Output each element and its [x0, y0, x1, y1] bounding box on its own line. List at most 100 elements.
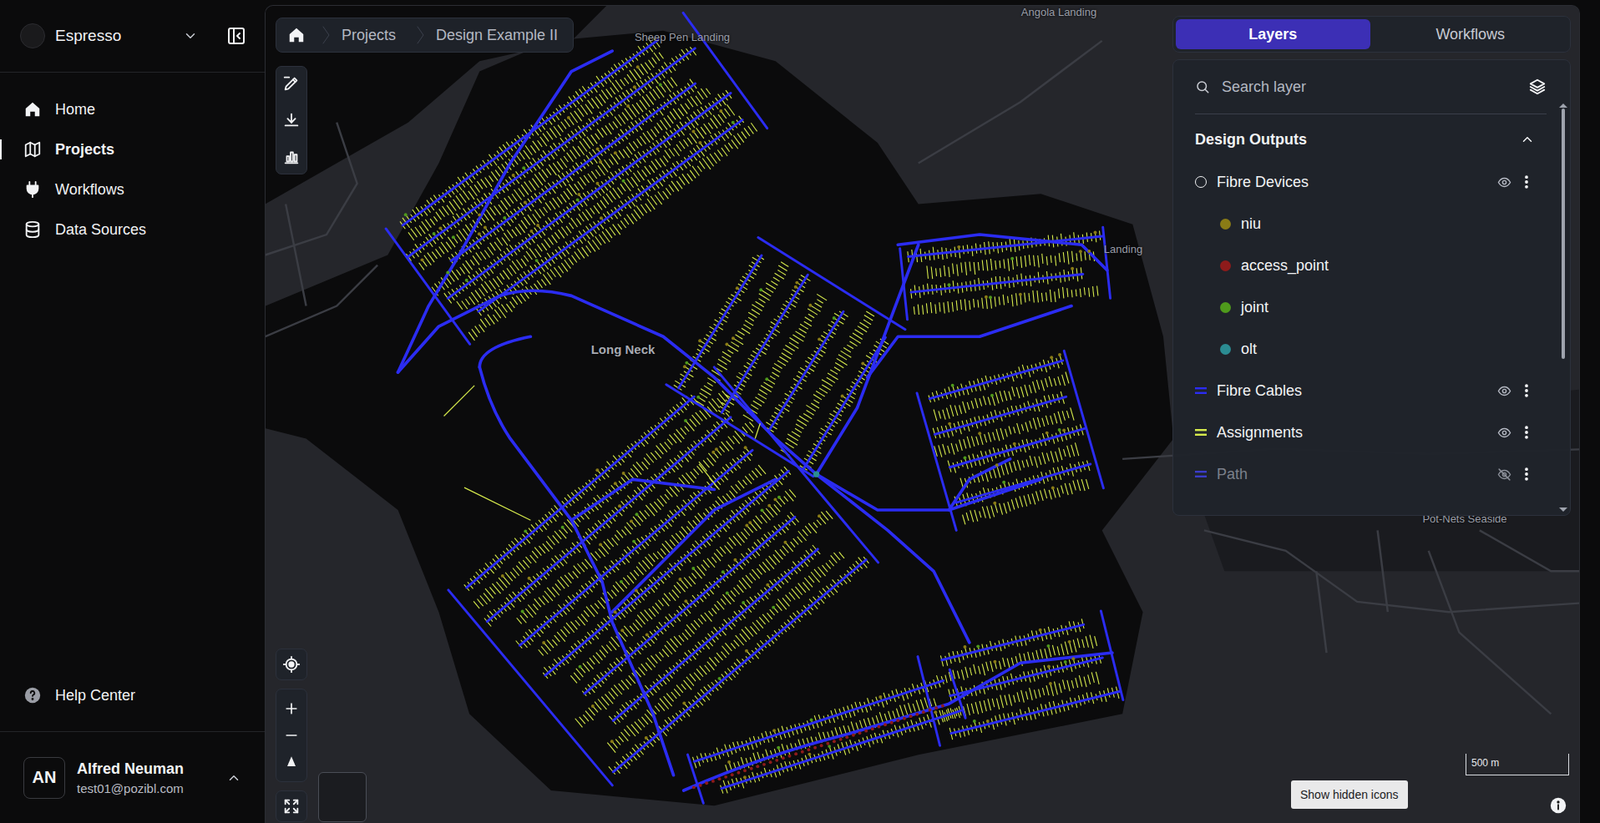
- map-place-label: Angola Landing: [1021, 5, 1097, 19]
- sidebar-item[interactable]: Data Sources: [0, 209, 265, 250]
- home-breadcrumb[interactable]: [276, 18, 317, 52]
- more-icon[interactable]: [1518, 382, 1535, 400]
- layer-search-input[interactable]: [1221, 78, 1517, 97]
- group-circle-icon: [1194, 176, 1207, 188]
- sidebar-item-label[interactable]: Data Sources: [55, 221, 147, 239]
- scroll-up-arrow[interactable]: [1559, 103, 1568, 108]
- locate-icon: [282, 655, 301, 674]
- map-toolbar: [275, 65, 308, 175]
- layer-name[interactable]: Fibre Devices: [1216, 173, 1488, 192]
- tool-button[interactable]: [278, 106, 305, 134]
- layer-group-header[interactable]: Design Outputs: [1194, 117, 1535, 162]
- info-button[interactable]: [1549, 796, 1568, 819]
- layer-group-title[interactable]: Design Outputs: [1194, 131, 1307, 149]
- sidebar-item[interactable]: Projects: [0, 129, 265, 170]
- sublayer-name[interactable]: joint: [1240, 298, 1535, 317]
- layer-name[interactable]: Assignments: [1216, 424, 1488, 442]
- sidebar-item[interactable]: Workflows: [0, 169, 265, 210]
- add-layer-icon[interactable]: [1528, 77, 1547, 97]
- eye-icon[interactable]: [1497, 175, 1512, 190]
- tooltip: Show hidden icons: [1291, 780, 1408, 810]
- layers-panel: LayersWorkflows Design Outputs Fibre Devic…: [1172, 15, 1571, 517]
- layer-actions: [1497, 424, 1535, 441]
- user-info: Alfred Neumantest01@pozibl.com: [76, 760, 215, 796]
- more-icon[interactable]: [1518, 173, 1535, 191]
- legend-dot: [1220, 218, 1231, 230]
- sublayer-name[interactable]: olt: [1240, 340, 1535, 359]
- scroll-down-arrow[interactable]: [1559, 507, 1568, 512]
- sublayer-row[interactable]: joint: [1194, 286, 1535, 329]
- home-icon: [23, 100, 42, 119]
- scrollbar[interactable]: [1561, 108, 1565, 360]
- eye-off-icon[interactable]: [1497, 467, 1512, 482]
- user-email: test01@pozibl.com: [76, 781, 215, 796]
- map-place-label: Sheep Pen Landing: [634, 30, 730, 44]
- breadcrumb-item[interactable]: Projects: [336, 18, 411, 52]
- help-center-label[interactable]: Help Center: [55, 687, 136, 705]
- sublayer-name[interactable]: access_point: [1240, 257, 1535, 275]
- layer-row[interactable]: Fibre Cables: [1194, 369, 1535, 412]
- layer-name[interactable]: Path: [1216, 465, 1488, 484]
- workspace-name[interactable]: Espresso: [55, 26, 173, 46]
- legend-dot: [1220, 302, 1231, 314]
- map-icon: [23, 140, 42, 159]
- database-icon: [23, 220, 42, 239]
- zoom-button[interactable]: [278, 722, 305, 750]
- legend-dot: [1220, 260, 1231, 272]
- layer-name[interactable]: Fibre Cables: [1216, 382, 1488, 400]
- chevron-up-icon[interactable]: [1519, 131, 1535, 147]
- minimap[interactable]: [318, 772, 367, 823]
- user-avatar[interactable]: AN: [23, 757, 66, 800]
- sidebar-item-label[interactable]: Workflows: [55, 181, 125, 199]
- user-menu[interactable]: AN Alfred Neumantest01@pozibl.com: [0, 731, 265, 823]
- fullscreen-button[interactable]: [275, 790, 308, 823]
- home-icon: [287, 25, 306, 45]
- line-style-icon: [1194, 386, 1207, 395]
- panel-tab[interactable]: Layers: [1175, 19, 1371, 50]
- tool-button[interactable]: [278, 143, 305, 171]
- layer-search: [1194, 60, 1547, 115]
- download-icon: [282, 111, 301, 130]
- sidebar: Espresso Home Projects Workflows Data Source…: [0, 0, 265, 823]
- compass-icon: [283, 754, 300, 771]
- sidebar-collapse-icon[interactable]: [226, 25, 247, 46]
- sublayer-row[interactable]: access_point: [1194, 244, 1535, 287]
- sublayer-row[interactable]: niu: [1194, 202, 1535, 245]
- chart-icon: [282, 147, 301, 167]
- layer-row[interactable]: Assignments: [1194, 411, 1535, 454]
- separator-icon: [410, 25, 431, 46]
- workspace-switcher[interactable]: Espresso: [0, 0, 265, 73]
- eye-icon[interactable]: [1497, 384, 1512, 399]
- sublayer-name[interactable]: niu: [1240, 215, 1535, 233]
- more-icon[interactable]: [1518, 424, 1535, 441]
- locate-button[interactable]: [275, 648, 308, 681]
- layer-row[interactable]: Fibre Devices: [1194, 161, 1535, 203]
- panel-tab[interactable]: Workflows: [1373, 19, 1569, 50]
- map-canvas[interactable]: Angola LandingSheep Pen LandingLong Neck…: [264, 5, 1580, 823]
- info-icon: [1549, 796, 1568, 816]
- sidebar-item-label[interactable]: Home: [55, 101, 96, 119]
- main-area: Angola LandingSheep Pen LandingLong Neck…: [264, 0, 1600, 823]
- help-center-link[interactable]: Help Center: [0, 675, 265, 716]
- more-icon[interactable]: [1518, 465, 1535, 483]
- line-style-icon: [1194, 470, 1207, 479]
- chevron-up-icon[interactable]: [226, 770, 242, 786]
- sidebar-item[interactable]: Home: [0, 89, 265, 130]
- separator-icon: [316, 25, 337, 46]
- zoom-out-icon: [283, 727, 300, 745]
- workspace-logo: [20, 23, 46, 49]
- plug-icon: [23, 180, 42, 199]
- sublayer-row[interactable]: olt: [1194, 328, 1535, 370]
- tool-button[interactable]: [278, 70, 305, 97]
- zoom-button[interactable]: [278, 695, 305, 723]
- sidebar-item-label[interactable]: Projects: [55, 141, 115, 159]
- zoom-controls: [275, 688, 308, 783]
- zoom-button[interactable]: [278, 749, 305, 776]
- layer-actions: [1497, 173, 1535, 191]
- legend-dot: [1220, 344, 1231, 355]
- breadcrumb-item[interactable]: Design Example II: [430, 18, 573, 52]
- chevron-down-icon[interactable]: [182, 28, 198, 44]
- eye-icon[interactable]: [1497, 425, 1512, 441]
- scale-bar: 500 m: [1465, 754, 1570, 776]
- layer-row[interactable]: Path: [1194, 453, 1535, 496]
